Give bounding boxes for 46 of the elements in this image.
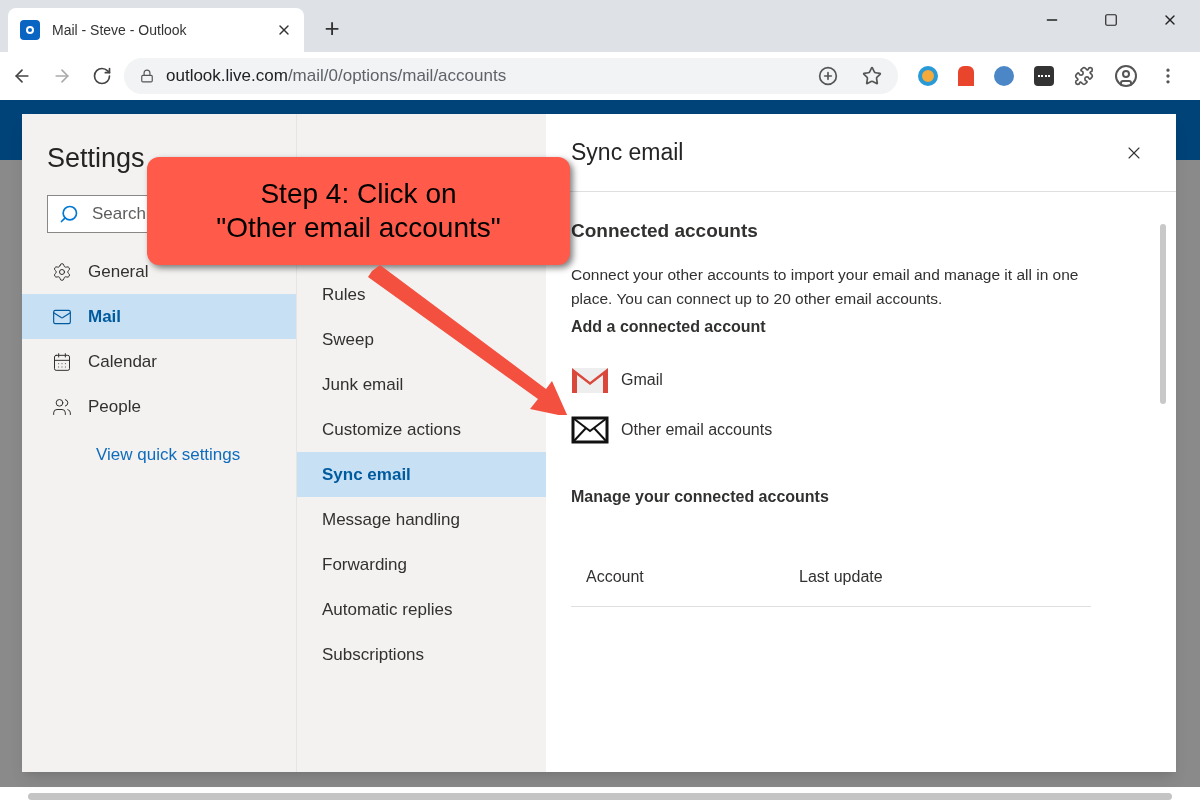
submenu-item[interactable]: Junk email [297,362,546,407]
description-text: Connect your other accounts to import your email and manage it all in one place. You can connect up to 20 other email accounts. [571,264,1080,309]
new-tab-button[interactable]: + [316,12,348,44]
reload-icon[interactable] [92,66,112,86]
zoom-icon[interactable] [818,66,838,86]
people-icon [52,396,72,417]
column-header[interactable]: Account [586,565,799,589]
submenu-item[interactable]: Subscriptions [297,632,546,677]
tab-title: Mail - Steve - Outlook [52,20,188,40]
submenu-item[interactable]: Sync email [297,452,546,497]
account-option[interactable]: Other email accounts [571,404,1091,455]
gmail-icon [571,365,609,394]
submenu-item[interactable]: Message handling [297,497,546,542]
profile-icon[interactable] [1114,64,1138,88]
panel-title: Sync email [571,138,685,168]
address-field[interactable]: outlook.live.com/mail/0/options/mail/accounts [124,58,898,94]
manage-heading: Manage your connected accounts [571,486,830,507]
extension-icon[interactable] [918,66,938,86]
settings-title: Settings [46,142,146,175]
gear-icon [52,261,72,282]
column-header[interactable]: Last update [799,565,1012,589]
url-text: outlook.live.com/mail/0/options/mail/accounts [166,65,508,88]
submenu-item[interactable]: Sweep [297,317,546,362]
callout-text: Step 4: Click on [260,177,457,211]
add-account-heading: Add a connected account [571,316,767,337]
lock-icon [140,69,154,83]
settings-category[interactable]: Calendar [22,339,296,384]
envelope-icon [571,415,609,444]
quick-settings-link[interactable]: View quick settings [96,442,296,468]
submenu-item[interactable]: Customize actions [297,407,546,452]
submenu-item[interactable]: Rules [297,272,546,317]
password-icon[interactable] [1034,66,1054,86]
extensions-icon[interactable] [1074,66,1094,86]
account-option[interactable]: Gmail [571,354,1091,405]
settings-category[interactable]: People [22,384,296,429]
browser-tab[interactable]: Mail - Steve - Outlook [8,8,304,52]
outlook-logo-icon [20,20,40,40]
maximize-icon[interactable] [1104,13,1118,27]
settings-category[interactable]: Mail [22,294,296,339]
search-icon [59,204,79,224]
submenu-item[interactable]: Forwarding [297,542,546,587]
calendar-icon [52,351,72,372]
section-heading: Connected accounts [571,219,759,243]
submenu-item[interactable]: Automatic replies [297,587,546,632]
bookmark-star-icon[interactable] [862,66,882,86]
callout-text: "Other email accounts" [216,211,501,245]
